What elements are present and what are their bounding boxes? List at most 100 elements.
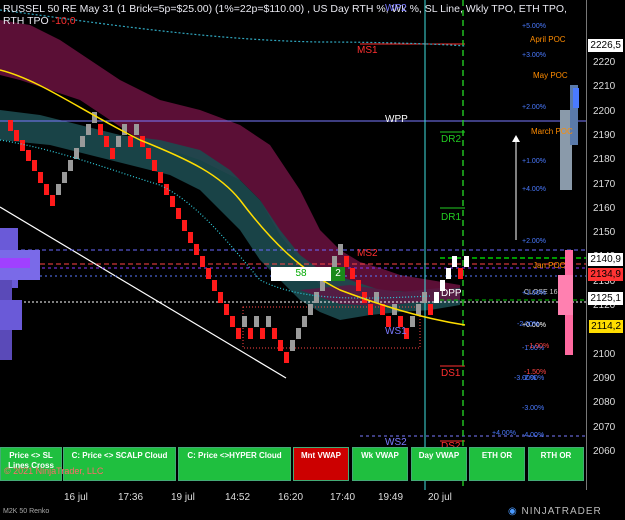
renko-brick: [194, 244, 199, 255]
time-axis[interactable]: 16 jul 17:36 19 jul 14:52 16:20 17:40 19:49 20 …: [0, 490, 625, 520]
y-tick: 2220: [593, 57, 616, 68]
renko-brick: [20, 140, 25, 151]
ninja-icon: ◉: [508, 506, 518, 517]
renko-brick: [26, 150, 31, 161]
day-vwap-button[interactable]: Day VWAP: [411, 447, 467, 481]
renko-brick: [212, 280, 217, 291]
renko-brick: [158, 172, 163, 183]
y-tick: 2060: [593, 445, 616, 457]
ms1-label: MS1: [357, 45, 378, 56]
renko-brick: [116, 136, 121, 147]
renko-brick: [152, 160, 157, 171]
mnt-vwap-label: Mnt VWAP: [301, 451, 341, 460]
renko-brick: [284, 352, 289, 363]
dr1-label: DR1: [441, 212, 462, 223]
renko-brick: [338, 244, 343, 255]
renko-brick: [356, 280, 361, 291]
wk-vwap-label: Wk VWAP: [361, 451, 399, 460]
ws1-label: WS1: [385, 326, 407, 337]
renko-brick: [8, 120, 13, 131]
april-poc-label: April POC: [530, 35, 566, 44]
price-axis[interactable]: 2220221022002190218021702160215021402130…: [586, 0, 625, 490]
scalp-cloud-label: C: Price <> SCALP Cloud: [71, 451, 168, 460]
side-pct-1: +4.00%: [492, 430, 516, 437]
renko-brick: [428, 304, 433, 315]
renko-brick: [248, 328, 253, 339]
chart-canvas[interactable]: [0, 0, 625, 520]
price-tag-5: 2114,2: [589, 320, 623, 333]
renko-brick: [68, 160, 73, 171]
percent-label: +3.00%: [522, 52, 546, 59]
percent-label: -4.00%: [522, 432, 545, 439]
mnt-vwap-button[interactable]: Mnt VWAP: [293, 447, 349, 481]
renko-brick: [62, 172, 67, 183]
renko-brick: [452, 256, 457, 267]
percent-label: -3.00%: [522, 405, 545, 412]
renko-brick: [182, 220, 187, 231]
eth-or-label: ETH OR: [481, 451, 513, 460]
chart-root: RUSSEL 50 RE May 31 (1 Brick=5p=$25.00) …: [0, 0, 625, 520]
renko-brick: [434, 292, 439, 303]
x-tick: 17:36: [118, 492, 144, 503]
panel-left-value: 58: [271, 267, 331, 281]
copyright: © 2021 NinjaTrader, LLC: [4, 466, 104, 476]
renko-brick: [56, 184, 61, 195]
dr2-label: DR2: [441, 134, 462, 145]
renko-brick: [422, 292, 427, 303]
y-tick: 2170: [593, 178, 616, 190]
renko-brick: [92, 112, 97, 123]
rth-or-button[interactable]: RTH OR: [528, 447, 584, 481]
percent-label: +5.00%: [522, 23, 546, 30]
renko-brick: [344, 256, 349, 267]
wk-vwap-button[interactable]: Wk VWAP: [352, 447, 408, 481]
eth-or-button[interactable]: ETH OR: [469, 447, 525, 481]
renko-brick: [74, 148, 79, 159]
renko-brick: [290, 340, 295, 351]
renko-brick: [32, 160, 37, 171]
x-tick: 16 jul: [64, 492, 88, 503]
x-tick: 20 jul: [428, 492, 452, 503]
y-tick: 2100: [593, 348, 616, 360]
x-tick: 16:20: [278, 492, 304, 503]
renko-brick: [80, 136, 85, 147]
ms2-label: MS2: [357, 248, 378, 259]
percent-label: +2.00%: [522, 238, 546, 245]
rth-or-label: RTH OR: [540, 451, 572, 460]
renko-brick: [260, 328, 265, 339]
renko-brick: [410, 316, 415, 327]
x-tick: 14:52: [225, 492, 251, 503]
renko-brick: [350, 268, 355, 279]
renko-brick: [218, 292, 223, 303]
price-tag-1: 2226,5: [588, 39, 623, 52]
renko-brick: [104, 136, 109, 147]
hyper-cloud-button[interactable]: C: Price <>HYPER Cloud: [178, 447, 291, 481]
renko-brick: [14, 130, 19, 141]
x-tick: 17:40: [330, 492, 356, 503]
renko-brick: [50, 195, 55, 206]
instrument-label: M2K 50 Renko: [3, 508, 50, 515]
title-main: RUSSEL 50 RE May 31 (1 Brick=5p=$25.00) …: [3, 3, 567, 15]
panel-right-value: 2: [331, 267, 345, 281]
side-pct-2: -2.00%: [517, 321, 540, 328]
renko-brick: [110, 148, 115, 159]
y-tick: 2070: [593, 421, 616, 433]
renko-brick: [266, 316, 271, 327]
wpp-label: WPP: [385, 114, 408, 125]
jan-poc-label: Jan POC: [533, 261, 566, 270]
renko-brick: [236, 328, 241, 339]
renko-brick: [272, 328, 277, 339]
y-tick: 2150: [593, 227, 616, 239]
percent-label: +1.00%: [522, 158, 546, 165]
renko-brick: [224, 304, 229, 315]
title-value: -10,0: [51, 15, 76, 27]
renko-brick: [176, 208, 181, 219]
renko-brick: [296, 328, 301, 339]
renko-brick: [332, 256, 337, 267]
title-second: RTH TPO: [3, 15, 49, 27]
renko-brick: [188, 232, 193, 243]
chart-title: RUSSEL 50 RE May 31 (1 Brick=5p=$25.00) …: [3, 3, 588, 27]
renko-brick: [170, 196, 175, 207]
may-poc-label: May POC: [533, 71, 568, 80]
renko-brick: [254, 316, 259, 327]
x-tick: 19:49: [378, 492, 404, 503]
